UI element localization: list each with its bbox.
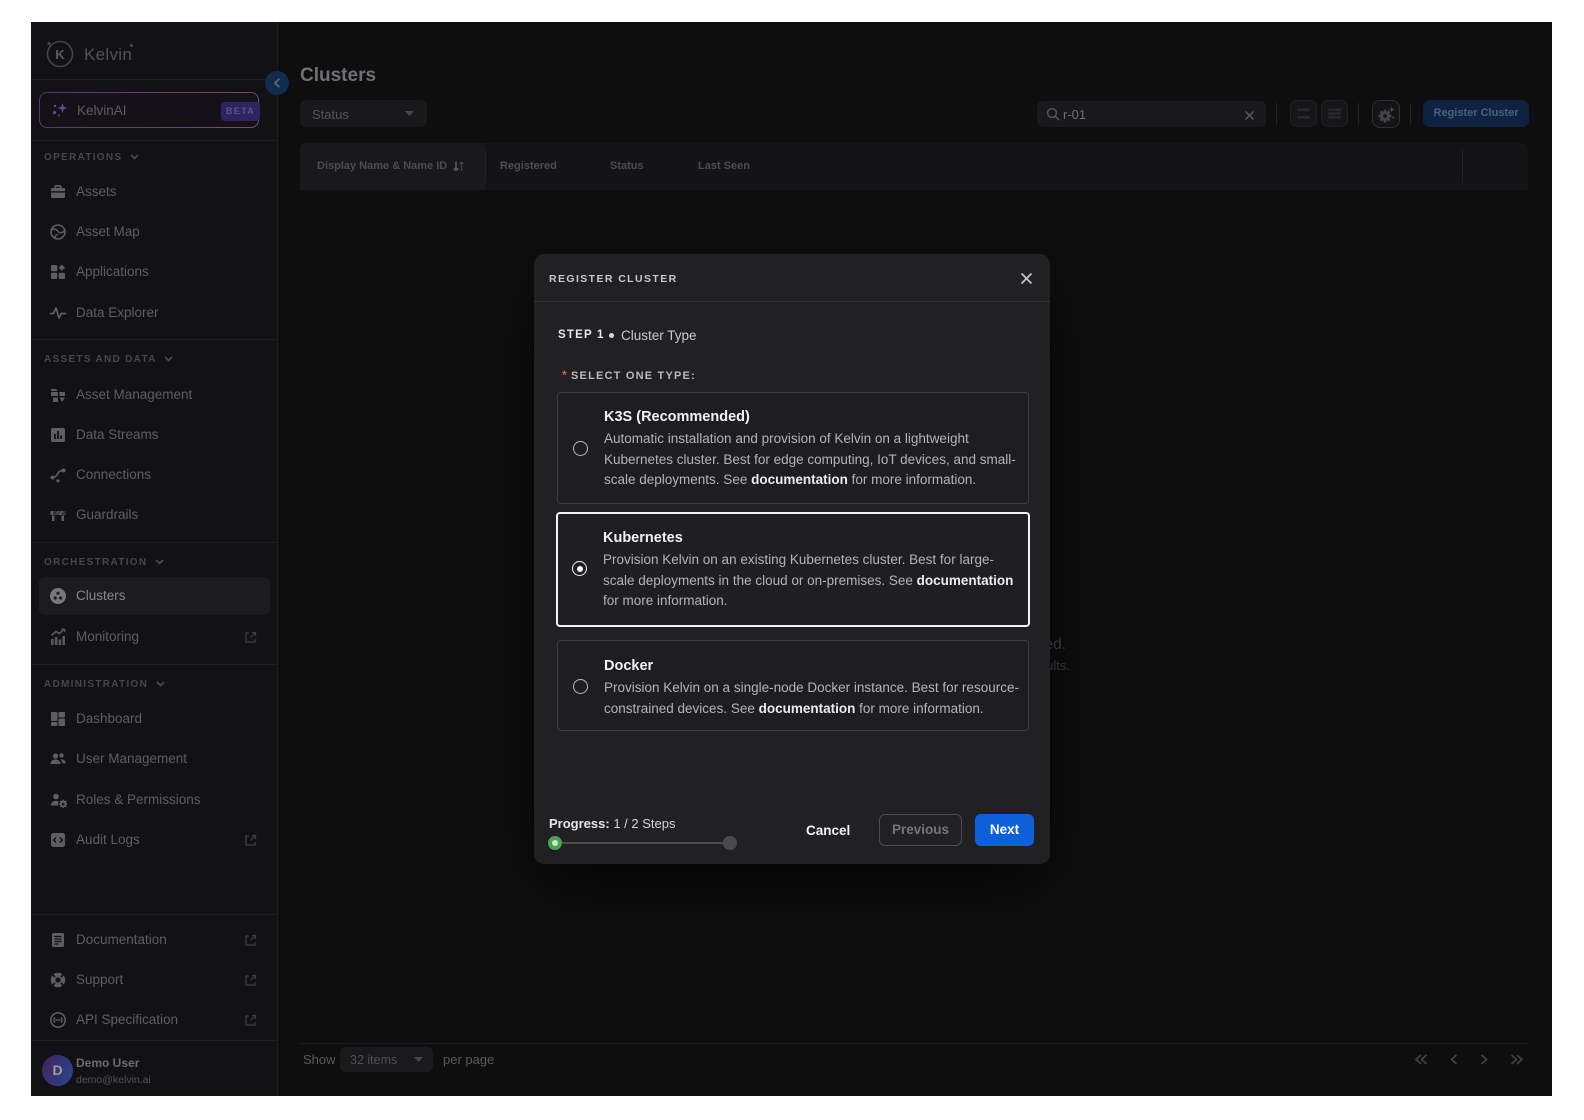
svg-text:K: K <box>55 47 65 62</box>
